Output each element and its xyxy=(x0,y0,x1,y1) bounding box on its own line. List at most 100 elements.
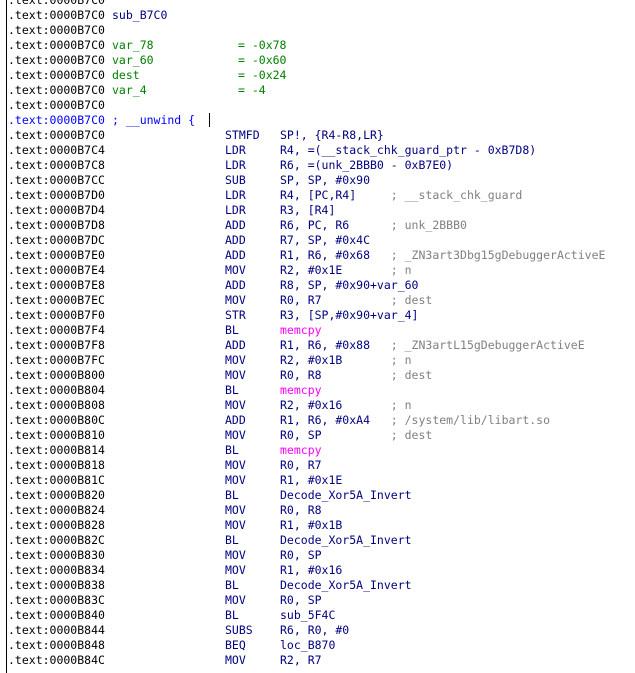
instruction-mnemonic[interactable]: ADD xyxy=(225,218,246,233)
address-label[interactable]: .text:0000B7C0 xyxy=(8,8,105,23)
operand-text[interactable]: R4, [PC,R4] xyxy=(280,188,356,202)
instruction-mnemonic[interactable]: ADD xyxy=(225,248,246,263)
operand-text[interactable]: SP, SP, #0x90 xyxy=(280,173,370,187)
instruction-operands[interactable]: SP!, {R4-R8,LR} xyxy=(280,128,384,143)
instruction-mnemonic[interactable]: MOV xyxy=(225,428,246,443)
listing-line[interactable]: .text:0000B838 BL Decode_Xor5A_Invert xyxy=(0,578,635,593)
listing-line[interactable]: .text:0000B7C0 dest = -0x24 xyxy=(0,68,635,83)
listing-line[interactable]: .text:0000B7E4 MOV R2, #0x1E ; n xyxy=(0,263,635,278)
instruction-mnemonic[interactable]: SUBS xyxy=(225,623,253,638)
instruction-operands[interactable]: R1, #0x16 xyxy=(280,563,342,578)
listing-line[interactable]: .text:0000B7C0 xyxy=(0,98,635,113)
instruction-mnemonic[interactable]: BL xyxy=(225,443,239,458)
address-label[interactable]: .text:0000B7F0 xyxy=(8,308,105,323)
listing-line[interactable]: .text:0000B800 MOV R0, R8 ; dest xyxy=(0,368,635,383)
stack-variable-name[interactable]: var_78 xyxy=(112,38,154,53)
instruction-operands[interactable]: loc_B870 xyxy=(280,638,335,653)
instruction-operands[interactable]: R3, [SP,#0x90+var_4] xyxy=(280,308,418,323)
instruction-mnemonic[interactable]: MOV xyxy=(225,368,246,383)
address-label[interactable]: .text:0000B848 xyxy=(8,638,105,653)
disassembly-listing[interactable]: .text:0000B7C0 .text:0000B7C0 sub_B7C0 .tex… xyxy=(0,0,635,668)
listing-line[interactable]: .text:0000B7F8 ADD R1, R6, #0x88 ; _ZN3art… xyxy=(0,338,635,353)
instruction-operands[interactable]: R1, #0x1E xyxy=(280,473,342,488)
stack-variable-name[interactable]: var_60 xyxy=(112,53,154,68)
instruction-operands[interactable]: R2, R7 xyxy=(280,653,322,668)
instruction-operands[interactable]: R0, SP ; dest xyxy=(280,428,432,443)
instruction-operands[interactable]: Decode_Xor5A_Invert xyxy=(280,488,412,503)
operand-text[interactable]: R6, PC, R6 xyxy=(280,218,349,232)
instruction-operands[interactable]: memcpy xyxy=(280,443,322,458)
listing-line[interactable]: .text:0000B820 BL Decode_Xor5A_Invert xyxy=(0,488,635,503)
address-label[interactable]: .text:0000B830 xyxy=(8,548,105,563)
address-label[interactable]: .text:0000B800 xyxy=(8,368,105,383)
address-label[interactable]: .text:0000B7C4 xyxy=(8,143,105,158)
listing-line[interactable]: .text:0000B7D4 LDR R3, [R4] xyxy=(0,203,635,218)
address-label[interactable]: .text:0000B7DC xyxy=(8,233,105,248)
address-label[interactable]: .text:0000B7C0 xyxy=(8,53,105,68)
instruction-operands[interactable]: R2, #0x1B ; n xyxy=(280,353,412,368)
instruction-operands[interactable]: R6, PC, R6 ; unk_2BBB0 xyxy=(280,218,467,233)
address-label[interactable]: .text:0000B84C xyxy=(8,653,105,668)
instruction-operands[interactable]: Decode_Xor5A_Invert xyxy=(280,578,412,593)
instruction-mnemonic[interactable]: BEQ xyxy=(225,638,246,653)
listing-line[interactable]: .text:0000B7CC SUB SP, SP, #0x90 xyxy=(0,173,635,188)
address-label[interactable]: .text:0000B7C0 xyxy=(8,23,105,38)
address-label[interactable]: .text:0000B80C xyxy=(8,413,105,428)
instruction-mnemonic[interactable]: SUB xyxy=(225,173,246,188)
instruction-mnemonic[interactable]: MOV xyxy=(225,398,246,413)
instruction-mnemonic[interactable]: BL xyxy=(225,488,239,503)
operand-text[interactable]: R0, SP xyxy=(280,593,322,607)
address-label[interactable]: .text:0000B840 xyxy=(8,608,105,623)
operand-text[interactable]: R2, #0x1E xyxy=(280,263,342,277)
address-label[interactable]: .text:0000B7F4 xyxy=(8,323,105,338)
instruction-mnemonic[interactable]: LDR xyxy=(225,188,246,203)
instruction-mnemonic[interactable]: LDR xyxy=(225,158,246,173)
operand-text[interactable]: R1, R6, #0x88 xyxy=(280,338,370,352)
listing-line[interactable]: .text:0000B840 BL sub_5F4C xyxy=(0,608,635,623)
instruction-mnemonic[interactable]: ADD xyxy=(225,413,246,428)
operand-text[interactable]: R1, #0x16 xyxy=(280,563,342,577)
operand-text[interactable]: R2, #0x1B xyxy=(280,353,342,367)
instruction-mnemonic[interactable]: MOV xyxy=(225,473,246,488)
instruction-operands[interactable]: R0, R7 xyxy=(280,458,322,473)
address-label[interactable]: .text:0000B818 xyxy=(8,458,105,473)
listing-line[interactable]: .text:0000B7F4 BL memcpy xyxy=(0,323,635,338)
address-label[interactable]: .text:0000B7FC xyxy=(8,353,105,368)
operand-text[interactable]: R1, R6, #0x68 xyxy=(280,248,370,262)
address-label[interactable]: .text:0000B7E4 xyxy=(8,263,105,278)
address-label[interactable]: .text:0000B7C0 xyxy=(8,38,105,53)
address-label[interactable]: .text:0000B808 xyxy=(8,398,105,413)
instruction-mnemonic[interactable]: MOV xyxy=(225,548,246,563)
address-label[interactable]: .text:0000B7C0 xyxy=(8,83,105,98)
instruction-mnemonic[interactable]: ADD xyxy=(225,278,246,293)
operand-text[interactable]: R3, [SP,#0x90+var_4] xyxy=(280,308,418,322)
operand-text[interactable]: R0, SP xyxy=(280,428,322,442)
listing-line[interactable]: .text:0000B7C0 xyxy=(0,0,635,8)
address-label[interactable]: .text:0000B7C0 xyxy=(8,113,105,128)
operand-text[interactable]: Decode_Xor5A_Invert xyxy=(280,578,412,592)
instruction-operands[interactable]: R7, SP, #0x4C xyxy=(280,233,370,248)
address-label[interactable]: .text:0000B7C0 xyxy=(8,98,105,113)
operand-text[interactable]: R2, R7 xyxy=(280,653,322,667)
operand-text[interactable]: R4, =(__stack_chk_guard_ptr - 0xB7D8) xyxy=(280,143,536,157)
instruction-mnemonic[interactable]: LDR xyxy=(225,143,246,158)
instruction-operands[interactable]: R0, R7 ; dest xyxy=(280,293,432,308)
instruction-operands[interactable]: Decode_Xor5A_Invert xyxy=(280,533,412,548)
instruction-mnemonic[interactable]: STR xyxy=(225,308,246,323)
instruction-operands[interactable]: R1, R6, #0xA4 ; /system/lib/libart.so xyxy=(280,413,550,428)
instruction-mnemonic[interactable]: BL xyxy=(225,383,239,398)
instruction-mnemonic[interactable]: STMFD xyxy=(225,128,260,143)
instruction-mnemonic[interactable]: BL xyxy=(225,608,239,623)
instruction-mnemonic[interactable]: MOV xyxy=(225,458,246,473)
listing-line[interactable]: .text:0000B7E0 ADD R1, R6, #0x68 ; _ZN3art… xyxy=(0,248,635,263)
address-label[interactable]: .text:0000B7E0 xyxy=(8,248,105,263)
address-label[interactable]: .text:0000B810 xyxy=(8,428,105,443)
listing-line[interactable]: .text:0000B7C0 STMFD SP!, {R4-R8,LR} xyxy=(0,128,635,143)
listing-line[interactable]: .text:0000B848 BEQ loc_B870 xyxy=(0,638,635,653)
instruction-operands[interactable]: R6, =(unk_2BBB0 - 0xB7E0) xyxy=(280,158,453,173)
listing-line[interactable]: .text:0000B82C BL Decode_Xor5A_Invert xyxy=(0,533,635,548)
address-label[interactable]: .text:0000B804 xyxy=(8,383,105,398)
listing-line[interactable]: .text:0000B80C ADD R1, R6, #0xA4 ; /system… xyxy=(0,413,635,428)
listing-line[interactable]: .text:0000B844 SUBS R6, R0, #0 xyxy=(0,623,635,638)
instruction-mnemonic[interactable]: LDR xyxy=(225,203,246,218)
